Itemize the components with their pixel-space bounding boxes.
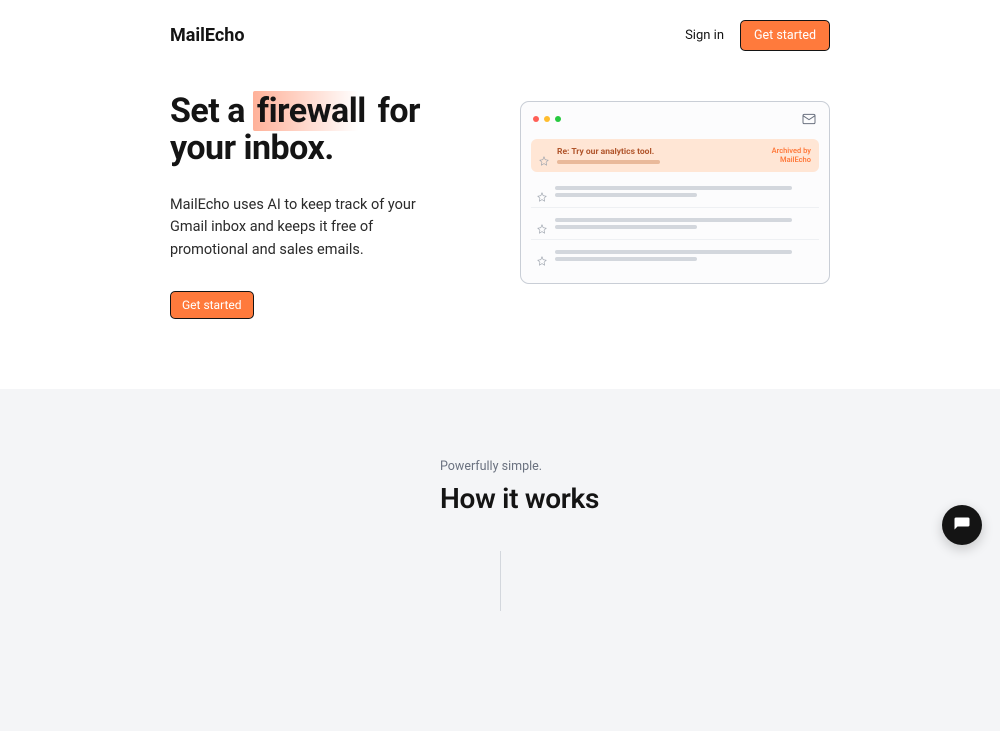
hero-cta-button[interactable]: Get started bbox=[170, 291, 254, 319]
inbox-mockup: Re: Try our analytics tool. Archived by … bbox=[520, 101, 830, 284]
vertical-divider bbox=[500, 551, 501, 611]
dot-minimize-icon bbox=[544, 116, 550, 122]
dot-maximize-icon bbox=[555, 116, 561, 122]
hero-title: Set a firewall for your inbox. bbox=[170, 93, 480, 168]
star-icon bbox=[539, 151, 549, 161]
star-icon bbox=[537, 219, 547, 229]
hero-title-highlight: firewall bbox=[253, 91, 370, 131]
window-dots bbox=[533, 116, 561, 122]
archived-email-subject: Re: Try our analytics tool. bbox=[557, 147, 764, 157]
email-row bbox=[531, 240, 819, 271]
brand-logo[interactable]: MailEcho bbox=[170, 25, 245, 46]
hero-title-pre: Set a bbox=[170, 91, 253, 131]
archived-badge-line2: MailEcho bbox=[772, 156, 811, 165]
signin-link[interactable]: Sign in bbox=[685, 28, 724, 43]
archived-email-row: Re: Try our analytics tool. Archived by … bbox=[531, 139, 819, 172]
archived-badge: Archived by MailEcho bbox=[772, 147, 811, 164]
email-row bbox=[531, 208, 819, 240]
hero-subtitle: MailEcho uses AI to keep track of your G… bbox=[170, 194, 430, 261]
nav-actions: Sign in Get started bbox=[685, 20, 830, 51]
get-started-button[interactable]: Get started bbox=[740, 20, 830, 51]
chat-widget-button[interactable] bbox=[942, 505, 982, 545]
dot-close-icon bbox=[533, 116, 539, 122]
section-title: How it works bbox=[440, 482, 830, 515]
star-icon bbox=[537, 187, 547, 197]
section-kicker: Powerfully simple. bbox=[440, 459, 830, 474]
chat-icon bbox=[953, 516, 971, 534]
email-row bbox=[531, 176, 819, 208]
star-icon bbox=[537, 251, 547, 261]
envelope-icon bbox=[801, 111, 817, 127]
